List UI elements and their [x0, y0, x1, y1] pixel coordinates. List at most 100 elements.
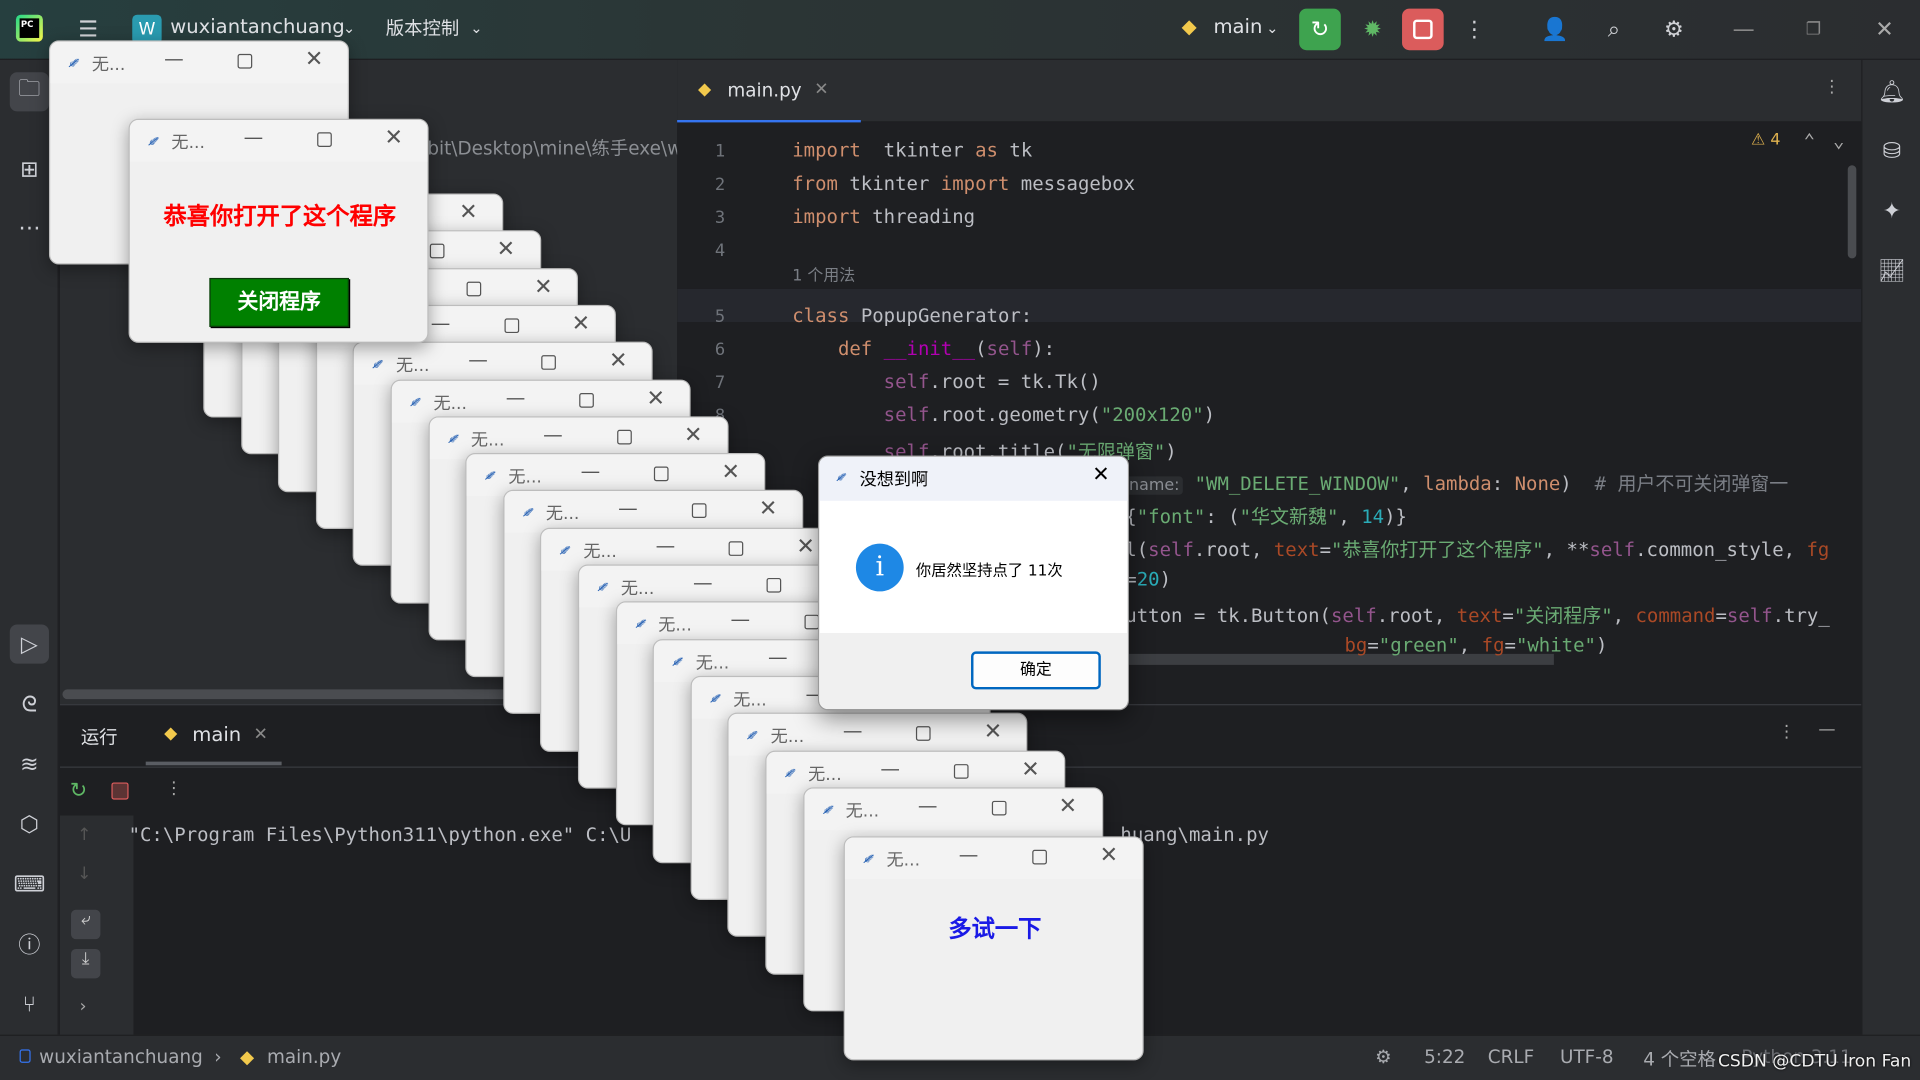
minimize-icon[interactable]: —	[468, 348, 488, 371]
structure-icon[interactable]: ⊞	[10, 149, 49, 188]
soft-wrap-icon[interactable]: ⤶	[71, 909, 101, 940]
maximize-icon[interactable]	[729, 540, 744, 556]
python-console-icon[interactable]: ᘓ	[10, 684, 49, 723]
search-icon[interactable]: ⌕	[1593, 9, 1635, 51]
more-icon[interactable]: ⋮	[1823, 77, 1840, 97]
more-icon[interactable]: ⋮	[165, 779, 182, 799]
rerun-button[interactable]: ↻	[1299, 8, 1341, 51]
close-icon[interactable]: ✕	[1100, 842, 1118, 868]
close-icon[interactable]: ✕	[609, 348, 627, 374]
folder-icon[interactable]: 🗀	[9, 72, 49, 112]
close-icon[interactable]: ✕	[684, 422, 702, 448]
more-icon[interactable]: ⋮	[1453, 9, 1495, 51]
maximize-icon[interactable]	[654, 466, 669, 482]
minimize-icon[interactable]: —	[581, 459, 601, 482]
minimize-icon[interactable]: —	[918, 793, 938, 816]
stop-icon[interactable]	[111, 782, 129, 800]
run-icon[interactable]: ▷	[9, 624, 49, 664]
down-arrow-icon[interactable]: ↓	[77, 864, 91, 884]
close-icon[interactable]: ✕	[534, 274, 552, 300]
notifications-icon[interactable]: 🔔︎	[1872, 72, 1911, 111]
popup-window[interactable]: ⸙ 无... — ✕ 多试一下	[843, 836, 1144, 1061]
vertical-scrollbar[interactable]	[1847, 165, 1857, 259]
minimize-icon[interactable]: —	[618, 496, 638, 519]
stop-button[interactable]	[1402, 8, 1444, 51]
up-arrow-icon[interactable]: ↑	[77, 825, 91, 845]
line-separator[interactable]: CRLF	[1488, 1046, 1534, 1068]
gear-icon[interactable]: ⚙	[1653, 9, 1695, 51]
maximize-icon[interactable]	[504, 318, 519, 333]
close-icon[interactable]: ✕	[759, 496, 777, 522]
minimize-icon[interactable]: —	[843, 719, 863, 742]
git-icon[interactable]: ⑂	[10, 984, 49, 1023]
close-icon[interactable]: ✕	[814, 80, 828, 100]
vcs-menu[interactable]: 版本控制	[386, 15, 459, 41]
close-icon[interactable]: ✕	[1864, 9, 1906, 51]
maximize-icon[interactable]	[1032, 849, 1047, 865]
chevron-down-icon[interactable]: ⌄	[343, 20, 355, 37]
minimize-icon[interactable]: —	[1723, 9, 1765, 51]
minimize-icon[interactable]: —	[543, 422, 563, 445]
breadcrumb-file[interactable]: main.py	[267, 1046, 341, 1068]
expand-icon[interactable]: ›	[80, 997, 87, 1017]
maximize-icon[interactable]	[541, 355, 557, 371]
rerun-icon[interactable]: ↻	[70, 779, 87, 803]
run-config-select[interactable]: main	[1213, 15, 1262, 38]
maximize-icon[interactable]	[579, 392, 594, 408]
maximize-icon[interactable]	[766, 577, 782, 593]
close-icon[interactable]: ✕	[497, 237, 515, 263]
minimize-icon[interactable]: —	[431, 311, 451, 334]
minimize-icon[interactable]: —	[768, 645, 788, 668]
tab-main-py[interactable]: ◆ main.py ✕	[677, 60, 861, 123]
layers-icon[interactable]: ≋	[10, 744, 49, 783]
close-icon[interactable]: ✕	[384, 125, 402, 151]
scroll-to-end-icon[interactable]: ⤓	[71, 948, 101, 979]
inspection-icon[interactable]: ⚙	[1375, 1046, 1391, 1068]
maximize-icon[interactable]	[991, 800, 1007, 816]
more-icon[interactable]: ⋯	[10, 208, 49, 247]
add-user-icon[interactable]: 👤	[1534, 9, 1576, 51]
minimize-icon[interactable]: —	[693, 571, 713, 594]
restore-icon[interactable]: ❐	[1793, 9, 1835, 51]
close-icon[interactable]: ✕	[253, 725, 267, 745]
maximize-icon[interactable]	[803, 615, 819, 630]
maximize-icon[interactable]	[691, 503, 707, 519]
close-program-button[interactable]: 关闭程序	[209, 277, 349, 327]
indent-setting[interactable]: 4 个空格	[1643, 1046, 1716, 1072]
breadcrumb-project[interactable]: wuxiantanchuang	[39, 1046, 203, 1068]
popup-window[interactable]: ⸙ 无... — ✕ 恭喜你打开了这个程序 关闭程序	[128, 118, 429, 343]
minimize-icon[interactable]: —	[506, 385, 526, 408]
ai-assistant-icon[interactable]: ✦	[1872, 191, 1911, 230]
hide-panel-icon[interactable]: —	[1818, 720, 1835, 740]
maximize-icon[interactable]	[429, 244, 444, 259]
close-icon[interactable]: ✕	[459, 200, 477, 226]
debug-icon[interactable]: ✹	[1352, 9, 1394, 51]
close-icon[interactable]: ✕	[1092, 463, 1109, 487]
close-icon[interactable]: ✕	[984, 719, 1002, 745]
minimize-icon[interactable]: —	[656, 533, 676, 556]
profiler-icon[interactable]: 📈︎	[1872, 251, 1911, 290]
problems-icon[interactable]: ⓘ	[10, 924, 49, 963]
maximize-icon[interactable]	[237, 53, 253, 69]
chevron-up-icon[interactable]: ⌃	[1804, 130, 1815, 152]
maximize-icon[interactable]	[317, 132, 332, 147]
run-tab-main[interactable]: ◆ main ✕	[145, 705, 282, 766]
minimize-icon[interactable]: —	[164, 47, 184, 70]
project-name[interactable]: wuxiantanchuang	[170, 15, 344, 38]
maximize-icon[interactable]	[916, 726, 932, 742]
close-icon[interactable]: ✕	[647, 385, 665, 411]
caret-position[interactable]: 5:22	[1424, 1046, 1465, 1068]
minimize-icon[interactable]: —	[244, 125, 264, 148]
maximize-icon[interactable]	[616, 429, 632, 445]
close-icon[interactable]: ✕	[721, 459, 739, 485]
warning-icon[interactable]: ⚠ 4	[1751, 131, 1780, 149]
close-icon[interactable]: ✕	[305, 47, 323, 73]
close-icon[interactable]: ✕	[1059, 793, 1077, 819]
maximize-icon[interactable]	[953, 763, 969, 779]
chevron-down-icon[interactable]: ⌄	[1833, 130, 1844, 152]
minimize-icon[interactable]: —	[959, 842, 979, 865]
services-icon[interactable]: ⬡	[10, 804, 49, 843]
minimize-icon[interactable]: —	[731, 608, 751, 631]
more-icon[interactable]: ⋮	[1778, 722, 1795, 742]
database-icon[interactable]: ⛁	[1872, 131, 1911, 170]
